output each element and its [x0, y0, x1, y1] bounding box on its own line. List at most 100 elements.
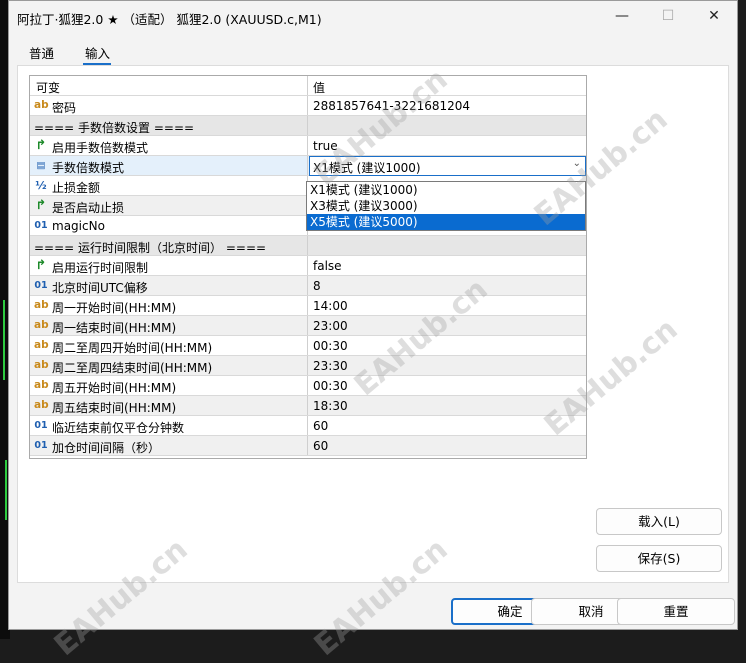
reset-button[interactable]: 重置 — [617, 598, 735, 625]
string-type-icon: ab — [34, 319, 49, 331]
grid-cell-variable: ab 周五结束时间(HH:MM) — [30, 396, 308, 415]
grid-row[interactable]: 01 临近结束前仅平仓分钟数 60 — [30, 416, 586, 436]
grid-cell-variable: 01 加仓时间间隔（秒） — [30, 436, 308, 455]
grid-row[interactable]: ab 周一开始时间(HH:MM) 14:00 — [30, 296, 586, 316]
number-type-icon: 01 — [34, 440, 48, 451]
variable-label: 周二至周四开始时间(HH:MM) — [52, 341, 213, 355]
grid-cell-variable: 01 临近结束前仅平仓分钟数 — [30, 416, 308, 435]
grid-header: 可变 值 — [30, 76, 586, 96]
select-value: X1模式 (建议1000) — [313, 161, 421, 175]
variable-label: 密码 — [52, 101, 77, 115]
chevron-down-icon[interactable]: ⌄ — [573, 158, 581, 169]
grid-cell-value[interactable]: false — [309, 256, 586, 275]
dropdown-option-x5[interactable]: X5模式 (建议5000) — [307, 214, 585, 230]
value-text: 14:00 — [313, 299, 348, 313]
string-type-icon: ab — [34, 379, 49, 391]
column-header-value[interactable]: 值 — [309, 76, 586, 95]
grid-cell-value[interactable]: 23:30 — [309, 356, 586, 375]
value-text: 23:30 — [313, 359, 348, 373]
variable-label: ==== 运行时间限制（北京时间） ==== — [34, 241, 267, 255]
grid-row[interactable]: ↱ 启用运行时间限制 false — [30, 256, 586, 276]
dropdown-option-x1[interactable]: X1模式 (建议1000) — [307, 182, 585, 198]
variable-label: 临近结束前仅平仓分钟数 — [52, 421, 185, 435]
grid-row[interactable]: ab 周二至周四结束时间(HH:MM) 23:30 — [30, 356, 586, 376]
value-text: 60 — [313, 419, 329, 433]
grid-cell-variable: ↱ 启用运行时间限制 — [30, 256, 308, 275]
number-type-icon: 01 — [34, 280, 48, 291]
grid-cell-value[interactable]: 14:00 — [309, 296, 586, 315]
number-type-icon: 01 — [34, 420, 48, 431]
minimize-button[interactable]: — — [599, 1, 645, 31]
grid-row[interactable]: 01 北京时间UTC偏移 8 — [30, 276, 586, 296]
grid-cell-value[interactable] — [309, 236, 586, 255]
variable-label: magicNo — [52, 219, 105, 233]
grid-cell-variable: ½ 止损金额 — [30, 176, 308, 195]
grid-cell-value[interactable]: 18:30 — [309, 396, 586, 415]
string-type-icon: ab — [34, 99, 49, 111]
grid-cell-variable: ab 周一开始时间(HH:MM) — [30, 296, 308, 315]
grid-cell-value[interactable]: 00:30 — [309, 376, 586, 395]
chart-candle-mark — [3, 300, 5, 380]
grid-row[interactable]: ==== 运行时间限制（北京时间） ==== — [30, 236, 586, 256]
grid-cell-variable: ↱ 启用手数倍数模式 — [30, 136, 308, 155]
load-button[interactable]: 载入(L) — [596, 508, 722, 535]
variable-label: 周五开始时间(HH:MM) — [52, 381, 177, 395]
chart-candle-mark — [5, 460, 7, 520]
tab-inputs[interactable]: 输入 — [85, 43, 110, 62]
lot-mode-dropdown-list: X1模式 (建议1000) X3模式 (建议3000) X5模式 (建议5000… — [306, 181, 586, 231]
dropdown-option-x3[interactable]: X3模式 (建议3000) — [307, 198, 585, 214]
grid-cell-variable: ab 密码 — [30, 96, 308, 115]
number-type-icon: ½ — [35, 179, 47, 192]
string-type-icon: ab — [34, 359, 49, 371]
lot-mode-select[interactable]: X1模式 (建议1000) ⌄ — [309, 156, 586, 176]
bool-arrow-icon: ↱ — [35, 138, 47, 153]
variable-label: 加仓时间间隔（秒） — [52, 441, 161, 455]
column-header-variable[interactable]: 可变 — [30, 76, 308, 95]
grid-cell-value[interactable]: true — [309, 136, 586, 155]
maximize-button[interactable]: ☐ — [645, 1, 691, 31]
grid-row[interactable]: ab 周五结束时间(HH:MM) 18:30 — [30, 396, 586, 416]
value-text: true — [313, 139, 338, 153]
grid-cell-value[interactable]: 23:00 — [309, 316, 586, 335]
grid-cell-variable: 01 北京时间UTC偏移 — [30, 276, 308, 295]
window-title: 阿拉丁·狐狸2.0 ★ （适配） 狐狸2.0 (XAUUSD.c,M1) — [17, 12, 322, 27]
tab-general[interactable]: 普通 — [29, 43, 54, 62]
grid-cell-variable: ab 周二至周四开始时间(HH:MM) — [30, 336, 308, 355]
variable-label: 启用运行时间限制 — [52, 261, 149, 275]
grid-row[interactable]: ab 周一结束时间(HH:MM) 23:00 — [30, 316, 586, 336]
grid-row[interactable]: ▤ 手数倍数模式 X1模式 (建议1000) ⌄ — [30, 156, 586, 176]
string-type-icon: ab — [34, 399, 49, 411]
string-type-icon: ab — [34, 339, 49, 351]
grid-row[interactable]: ab 周五开始时间(HH:MM) 00:30 — [30, 376, 586, 396]
grid-cell-variable: ab 周一结束时间(HH:MM) — [30, 316, 308, 335]
value-text: 00:30 — [313, 339, 348, 353]
value-text: 23:00 — [313, 319, 348, 333]
grid-cell-value[interactable]: 00:30 — [309, 336, 586, 355]
variable-label: 止损金额 — [52, 181, 101, 195]
value-text: 8 — [313, 279, 321, 293]
number-type-icon: ▤ — [36, 160, 46, 171]
grid-row[interactable]: 01 加仓时间间隔（秒） 60 — [30, 436, 586, 456]
variable-label: 周一开始时间(HH:MM) — [52, 301, 177, 315]
grid-row[interactable]: ==== 手数倍数设置 ==== — [30, 116, 586, 136]
inputs-grid: 可变 值 ab 密码 2881857641-3221681204 ==== 手数倍数设… — [29, 75, 587, 459]
close-button[interactable]: ✕ — [691, 1, 737, 31]
grid-cell-variable: ==== 手数倍数设置 ==== — [30, 116, 308, 135]
grid-cell-value[interactable] — [309, 116, 586, 135]
grid-cell-variable: ab 周二至周四结束时间(HH:MM) — [30, 356, 308, 375]
value-text: 2881857641-3221681204 — [313, 99, 471, 113]
grid-cell-value[interactable]: 2881857641-3221681204 — [309, 96, 586, 115]
grid-cell-variable: ab 周五开始时间(HH:MM) — [30, 376, 308, 395]
save-button[interactable]: 保存(S) — [596, 545, 722, 572]
grid-cell-value[interactable]: 60 — [309, 436, 586, 455]
grid-row[interactable]: ab 密码 2881857641-3221681204 — [30, 96, 586, 116]
grid-cell-variable: 01 magicNo — [30, 216, 308, 235]
grid-cell-value[interactable]: 8 — [309, 276, 586, 295]
grid-cell-variable: ▤ 手数倍数模式 — [30, 156, 308, 175]
ea-properties-dialog: 阿拉丁·狐狸2.0 ★ （适配） 狐狸2.0 (XAUUSD.c,M1) — ☐… — [8, 0, 738, 630]
grid-row[interactable]: ab 周二至周四开始时间(HH:MM) 00:30 — [30, 336, 586, 356]
variable-label: 周二至周四结束时间(HH:MM) — [52, 361, 213, 375]
grid-cell-value[interactable]: 60 — [309, 416, 586, 435]
grid-row[interactable]: ↱ 启用手数倍数模式 true — [30, 136, 586, 156]
variable-label: 北京时间UTC偏移 — [52, 281, 148, 295]
